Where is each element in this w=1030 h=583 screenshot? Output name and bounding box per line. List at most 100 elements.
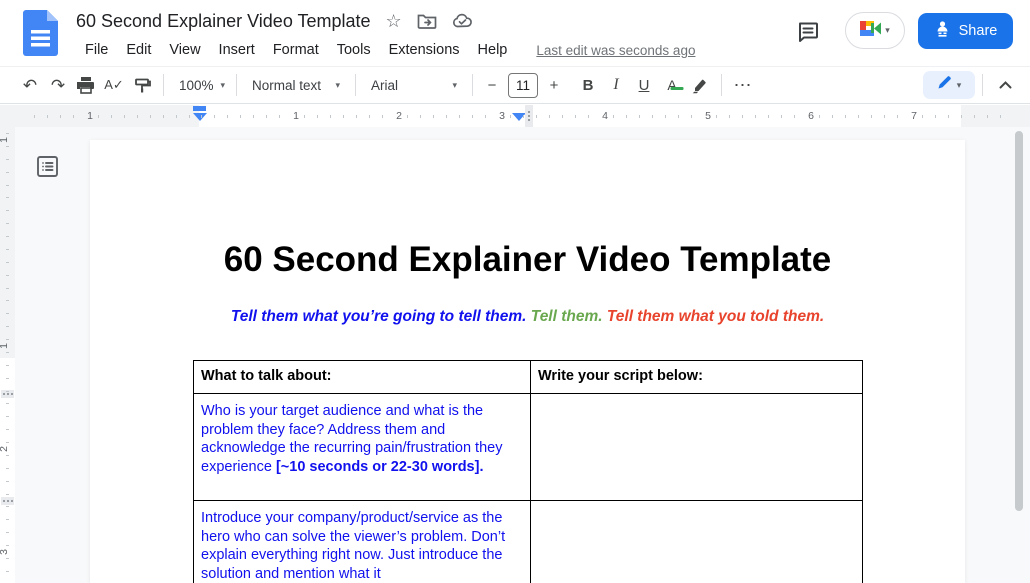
hide-menus-button[interactable] <box>990 71 1020 99</box>
script-table: What to talk about: Write your script be… <box>193 360 863 583</box>
ruler-tick <box>729 115 730 118</box>
ruler-tick <box>897 115 898 118</box>
ruler-tick <box>163 115 164 118</box>
vertical-scrollbar[interactable] <box>1015 131 1023 511</box>
ruler-tick <box>124 115 125 118</box>
ruler-tick <box>6 378 9 379</box>
bold-button[interactable]: B <box>574 71 602 99</box>
open-comments-button[interactable] <box>793 17 823 47</box>
font-family-select[interactable]: Arial▾ <box>363 71 465 99</box>
ruler-tick <box>6 288 9 289</box>
document-page[interactable]: 60 Second Explainer Video Template Tell … <box>90 140 965 583</box>
ruler-tick <box>6 481 9 482</box>
underline-button[interactable]: U <box>630 71 658 99</box>
share-button[interactable]: Share <box>918 13 1013 49</box>
ruler-tick <box>420 115 421 118</box>
google-docs-logo-icon[interactable] <box>23 10 58 56</box>
ruler-tick <box>691 115 692 118</box>
ruler-tick <box>987 115 988 118</box>
ruler-tick <box>549 115 550 118</box>
menu-file[interactable]: File <box>76 39 117 61</box>
ruler-tick <box>832 115 833 118</box>
subtitle-segment: Tell them what you told them. <box>607 308 824 325</box>
undo-button[interactable]: ↶ <box>16 71 44 99</box>
ruler-tick <box>755 115 756 118</box>
menu-view[interactable]: View <box>160 39 209 61</box>
ruler-number: 5 <box>705 110 711 122</box>
share-lock-icon <box>934 20 951 43</box>
doc-subtitle[interactable]: Tell them what you’re going to tell them… <box>90 308 965 326</box>
doc-heading[interactable]: 60 Second Explainer Video Template <box>90 240 965 280</box>
ruler-tick <box>407 115 408 118</box>
more-options-button[interactable]: ⋯ <box>729 71 757 99</box>
ruler-tick <box>884 115 885 118</box>
ruler-tick <box>382 115 383 118</box>
move-to-folder-icon[interactable] <box>417 13 437 29</box>
table-column-handle[interactable] <box>525 105 533 127</box>
document-outline-icon[interactable] <box>33 152 61 180</box>
ruler-tick <box>6 506 9 507</box>
print-icon[interactable] <box>72 71 100 99</box>
paragraph-styles-select[interactable]: Normal text▾ <box>244 71 348 99</box>
menu-edit[interactable]: Edit <box>117 39 160 61</box>
ruler-tick <box>472 115 473 118</box>
document-title[interactable]: 60 Second Explainer Video Template <box>76 11 371 32</box>
toolbar-divider <box>721 74 722 96</box>
first-line-indent-marker[interactable] <box>193 106 206 111</box>
ruler-tick <box>459 115 460 118</box>
share-button-label: Share <box>959 23 998 39</box>
ruler-tick <box>794 115 795 118</box>
editing-mode-button[interactable]: ▾ <box>923 71 975 99</box>
ruler-tick <box>6 159 9 160</box>
ruler-tick <box>678 115 679 118</box>
cell-script[interactable] <box>531 394 863 501</box>
left-indent-marker[interactable] <box>193 113 207 121</box>
cell-what-to-talk-about[interactable]: Who is your target audience and what is … <box>194 394 531 501</box>
ruler-tick <box>974 115 975 118</box>
ruler-tick <box>6 172 9 173</box>
menu-format[interactable]: Format <box>264 39 328 61</box>
menu-help[interactable]: Help <box>469 39 517 61</box>
ruler-tick <box>6 545 9 546</box>
ruler-tick <box>781 115 782 118</box>
ruler-page-area <box>199 105 961 127</box>
ruler-tick <box>6 403 9 404</box>
cloud-saved-icon[interactable] <box>452 13 473 29</box>
ruler-tick <box>6 236 9 237</box>
spell-check-icon[interactable]: A✓ <box>100 71 128 99</box>
col-header-what-to-talk-about[interactable]: What to talk about: <box>194 361 531 394</box>
text-color-button[interactable]: A <box>658 71 686 99</box>
star-icon[interactable]: ☆ <box>386 12 402 30</box>
ruler-tick <box>6 455 9 456</box>
cell-script[interactable] <box>531 501 863 583</box>
font-size-input[interactable]: 11 <box>508 73 538 98</box>
table-row-handle[interactable] <box>1 497 14 505</box>
menu-insert[interactable]: Insert <box>210 39 264 61</box>
ruler-number: 1 <box>293 110 299 122</box>
ruler-tick <box>819 115 820 118</box>
table-row: Who is your target audience and what is … <box>194 394 863 501</box>
increase-font-size-button[interactable]: + <box>542 71 566 99</box>
ruler-number: 3 <box>0 549 10 555</box>
ruler-tick <box>6 416 9 417</box>
ruler-tick <box>47 115 48 118</box>
vertical-ruler-margin <box>0 127 15 358</box>
last-edit-link[interactable]: Last edit was seconds ago <box>536 43 695 58</box>
decrease-font-size-button[interactable]: − <box>480 71 504 99</box>
paint-format-icon[interactable] <box>128 71 156 99</box>
horizontal-ruler[interactable]: 11234567 <box>0 105 1030 127</box>
cell-what-to-talk-about[interactable]: Introduce your company/product/service a… <box>194 501 531 583</box>
ruler-tick <box>6 262 9 263</box>
menu-tools[interactable]: Tools <box>328 39 380 61</box>
vertical-ruler[interactable]: 1123 <box>0 127 15 583</box>
highlight-color-icon[interactable] <box>686 71 714 99</box>
menu-bar: FileEditViewInsertFormatToolsExtensionsH… <box>76 37 695 63</box>
menu-extensions[interactable]: Extensions <box>380 39 469 61</box>
redo-button[interactable]: ↷ <box>44 71 72 99</box>
ruler-tick <box>150 115 151 118</box>
join-meet-button[interactable]: ▾ <box>845 12 905 49</box>
italic-button[interactable]: I <box>602 71 630 99</box>
zoom-select[interactable]: 100%▾ <box>171 71 229 99</box>
ruler-tick <box>330 115 331 118</box>
col-header-write-your-script[interactable]: Write your script below: <box>531 361 863 394</box>
